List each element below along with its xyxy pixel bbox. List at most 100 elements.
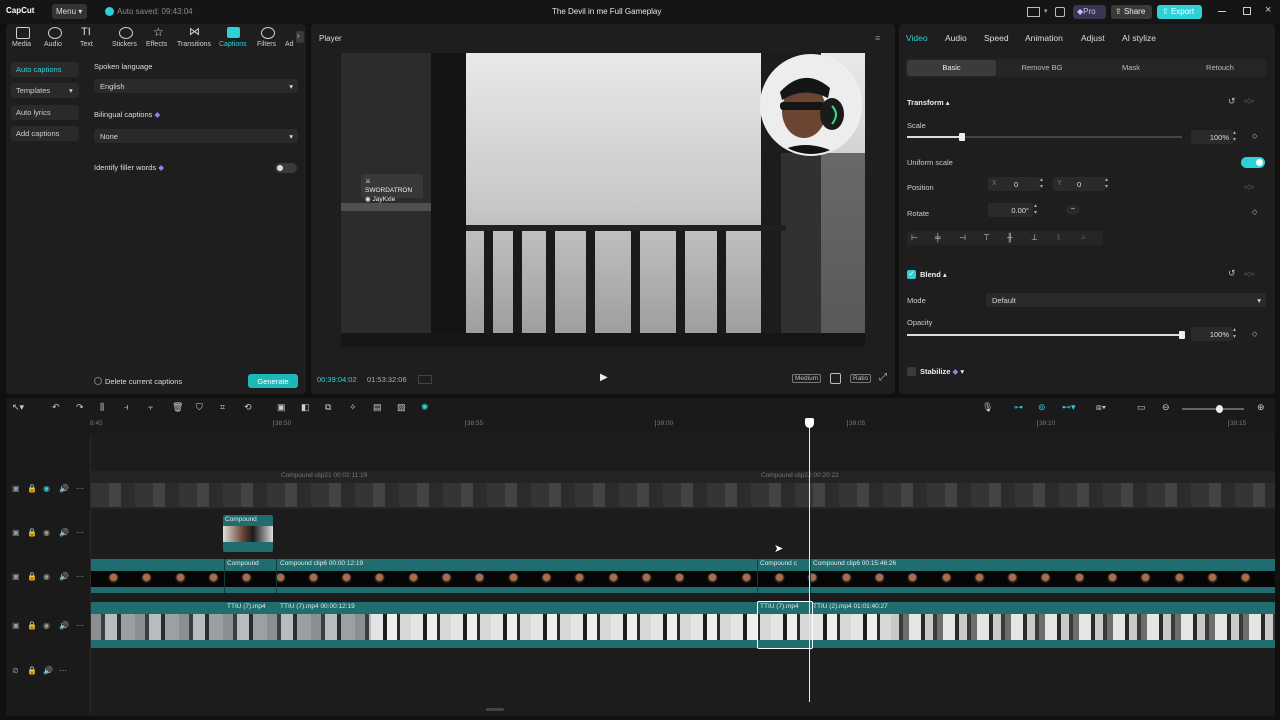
freeze-icon[interactable]: ▣ [277,402,286,413]
image-edit-icon[interactable]: ▨ [397,402,406,413]
tab-audio[interactable]: Audio [945,33,967,43]
opacity-slider-handle[interactable] [1179,331,1185,339]
link-main-track-icon[interactable]: ⊶ [1014,402,1023,413]
rotate-dial[interactable]: – [1066,205,1080,215]
layout-icon[interactable] [1027,7,1040,17]
more-icon[interactable]: ⋯ [76,621,84,630]
bilingual-select[interactable]: None ▾ [94,129,298,143]
split-view-icon[interactable]: ⧈▾ [1096,402,1106,413]
align-left-icon[interactable]: ⊢ [911,233,918,242]
tab-filters[interactable]: Filters [256,27,280,49]
tab-speed[interactable]: Speed [984,33,1009,43]
tab-effects[interactable]: ☆ Effects [146,25,172,49]
maximize-icon[interactable] [1243,7,1251,15]
playhead[interactable] [809,420,810,702]
stepper-icon[interactable]: ▴ ▾ [1233,130,1236,144]
nav-templates[interactable]: Templates ▾ [11,83,79,98]
subtitle-icon[interactable]: ▤ [373,402,382,413]
lock-icon[interactable]: 🔒 [27,666,37,675]
reverse-icon[interactable]: ⟲ [244,402,252,413]
opacity-value-field[interactable]: 100% [1191,327,1233,341]
keyframe-icon[interactable]: ◇ [1252,132,1257,140]
lock-icon[interactable]: 🔒 [27,572,37,581]
keyframe-icon[interactable]: ◇ [1252,330,1257,338]
lock-icon[interactable]: 🔒 [27,621,37,630]
opacity-slider[interactable] [907,331,1185,339]
subtab-retouch[interactable]: Retouch [1176,60,1264,76]
more-icon[interactable]: ⋯ [76,484,84,493]
more-icon[interactable]: ⋯ [59,666,67,675]
time-ruler[interactable]: 8:45 38:50 38:55 39:00 39:05 39:10 39:15 [90,420,1275,432]
position-y-field[interactable]: Y 0 [1053,177,1105,191]
lock-icon[interactable]: 🔒 [27,484,37,493]
keyframe-nav-icon[interactable]: ‹◇› [1244,183,1254,191]
redo-icon[interactable]: ↷ [76,402,84,413]
chevron-right-icon[interactable]: › [296,31,304,43]
eye-hidden-icon[interactable]: ◉ [43,484,50,493]
facecam-overlay[interactable] [760,54,862,156]
speaker-icon[interactable]: 🔊 [59,572,69,581]
stepper-icon[interactable]: ▴ ▾ [1105,177,1108,191]
speaker-icon[interactable]: 🔊 [59,484,69,493]
tab-transitions[interactable]: ⋈ Transitions [177,26,215,49]
export-button[interactable]: ⇧ Export [1157,5,1202,19]
stepper-icon[interactable]: ▴ ▾ [1034,203,1037,217]
tab-adjust[interactable]: Adjust [1081,33,1105,43]
scale-value-field[interactable]: 100% [1191,130,1233,144]
speaker-icon[interactable]: 🔊 [59,528,69,537]
microphone-icon[interactable]: 🎙 [982,402,993,413]
close-icon[interactable]: × [1265,4,1271,16]
subtab-remove-bg[interactable]: Remove BG [998,60,1086,76]
tab-stickers[interactable]: Stickers [112,27,140,49]
nav-auto-lyrics[interactable]: Auto lyrics [11,105,79,120]
subtab-basic[interactable]: Basic [907,60,996,76]
nav-auto-captions[interactable]: Auto captions [11,62,79,77]
tab-animation[interactable]: Animation [1025,33,1063,43]
eye-icon[interactable]: ◉ [43,621,50,630]
split-icon[interactable]: ⫼ [100,402,104,413]
align-top-icon[interactable]: ⊤ [983,233,990,242]
tab-media[interactable]: Media [12,27,34,49]
speaker-icon[interactable]: 🔊 [59,621,69,630]
playhead-handle[interactable] [805,418,814,428]
track-select-icon[interactable]: ▣ [12,621,20,630]
scale-slider[interactable] [907,133,1182,141]
auto-reframe-icon[interactable]: ⧉ [325,402,331,413]
more-icon[interactable]: ⋯ [76,572,84,581]
marker-icon[interactable]: ⛉ [196,402,203,413]
speaker-icon[interactable]: 🔊 [43,666,53,675]
delete-captions-checkbox[interactable] [94,377,102,385]
ratio-button[interactable]: Ratio [850,374,872,383]
pro-button[interactable]: ◆Pro [1073,5,1106,19]
align-center-h-icon[interactable]: ╪ [935,233,941,242]
align-middle-icon[interactable]: ╫ [1007,233,1013,242]
ai-effect-icon[interactable]: ✺ [421,402,429,413]
play-icon[interactable]: ▶ [600,372,608,383]
menu-button[interactable]: Menu ▾ [52,4,87,19]
tab-text[interactable]: TI Text [79,26,99,49]
stepper-icon[interactable]: ▴ ▾ [1040,177,1043,191]
quality-button[interactable]: Medium [792,374,822,383]
audio-track-icon[interactable]: ⊘ [12,666,19,675]
tab-captions[interactable]: Captions [218,27,248,49]
mirror-icon[interactable]: ◧ [301,402,310,413]
reset-icon[interactable]: ↺ [1228,268,1236,279]
blend-checkbox[interactable]: ✓ [907,270,916,279]
track-select-icon[interactable]: ▣ [12,528,20,537]
video-clip-bar[interactable]: TTIU (7).mp4 TTIU (7).mp4 00:00:12:19 TT… [91,602,1275,614]
keyframe-nav-icon[interactable]: ‹◇› [1244,97,1254,105]
eye-icon[interactable]: ◉ [43,528,50,537]
align-right-icon[interactable]: ⊣ [959,233,966,242]
compound-clip-bar[interactable]: Compound Compound clip6 00:00:12:19 Comp… [91,559,1275,571]
tab-video[interactable]: Video [906,33,928,43]
fullscreen-icon[interactable]: ⤢ [879,372,887,383]
align-bottom-icon[interactable]: ⊥ [1031,233,1038,242]
minimize-icon[interactable] [1218,11,1226,13]
select-cursor-icon[interactable]: ↖▾ [12,402,24,413]
generate-button[interactable]: Generate [248,374,298,388]
lock-icon[interactable]: 🔒 [27,528,37,537]
nav-add-captions[interactable]: Add captions [11,126,79,141]
magic-wand-icon[interactable]: ✧ [349,402,357,413]
selected-clip-outline[interactable] [757,601,813,649]
zoom-out-icon[interactable]: ⊖ [1162,402,1170,413]
